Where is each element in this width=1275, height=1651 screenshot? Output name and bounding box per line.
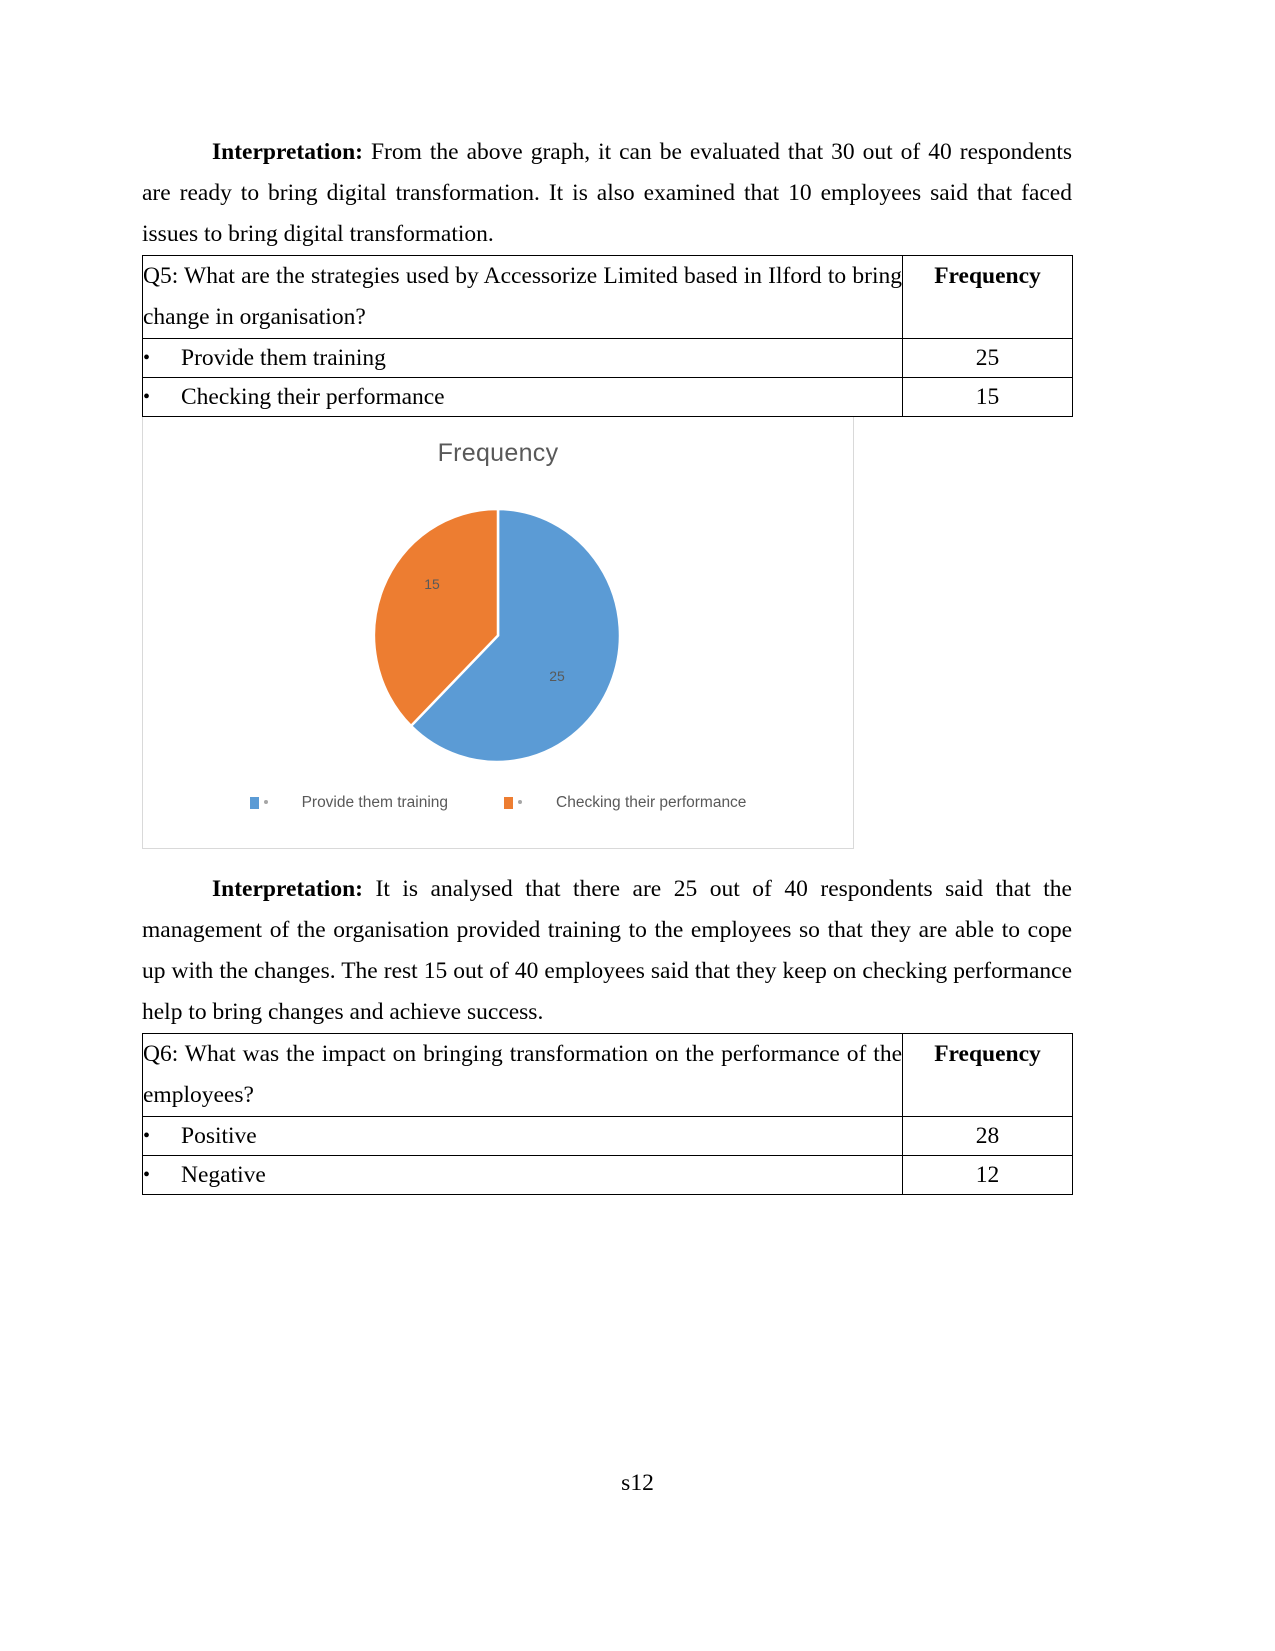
table-row: Q6: What was the impact on bringing tran… — [142, 1033, 1073, 1117]
table-row: • Negative 12 — [142, 1155, 1073, 1195]
q5-option-label-1: Provide them training — [181, 345, 386, 371]
bullet-icon: • — [143, 386, 151, 408]
bullet-icon: • — [143, 1164, 151, 1186]
interpretation-label-1: Interpretation: — [212, 139, 363, 165]
bullet-icon: • — [143, 1125, 151, 1147]
q5-question-cell: Q5: What are the strategies used by Acce… — [142, 255, 903, 339]
q6-option-value-2: 12 — [902, 1155, 1073, 1195]
q5-option-cell-1: • Provide them training — [142, 338, 903, 378]
legend-label-1: Checking their performance — [556, 794, 747, 811]
legend-color-swatch-icon — [249, 797, 259, 809]
q5-option-label-2: Checking their performance — [181, 384, 445, 410]
bullet-icon: • — [143, 347, 151, 369]
legend-item-provide-them-training[interactable]: Provide them training — [249, 794, 449, 812]
legend-item-checking-their-performance[interactable]: Checking their performance — [504, 794, 746, 812]
q5-option-value-2: 15 — [902, 377, 1073, 417]
q6-option-cell-2: • Negative — [142, 1155, 903, 1195]
q5-option-cell-2: • Checking their performance — [142, 377, 903, 417]
table-q6: Q6: What was the impact on bringing tran… — [142, 1033, 1073, 1195]
page-content: Interpretation: From the above graph, it… — [142, 132, 1073, 1195]
table-q5: Q5: What are the strategies used by Acce… — [142, 255, 1073, 417]
pie-data-label-1: 15 — [424, 576, 440, 592]
q5-frequency-header: Frequency — [902, 255, 1073, 339]
chart-legend: Provide them training Checking their per… — [143, 794, 853, 812]
interpretation-label-2: Interpretation: — [212, 876, 363, 902]
legend-separator-dot-icon — [518, 800, 523, 804]
q6-option-label-2: Negative — [181, 1162, 266, 1188]
q6-frequency-header: Frequency — [902, 1033, 1073, 1117]
q6-option-value-1: 28 — [902, 1116, 1073, 1156]
interpretation-paragraph-2: Interpretation: It is analysed that ther… — [142, 869, 1072, 1033]
document-page: Interpretation: From the above graph, it… — [0, 0, 1275, 1651]
legend-separator-dot-icon — [263, 800, 268, 804]
interpretation-paragraph-1: Interpretation: From the above graph, it… — [142, 132, 1072, 255]
q6-option-label-1: Positive — [181, 1123, 257, 1149]
q5-option-value-1: 25 — [902, 338, 1073, 378]
q6-option-cell-1: • Positive — [142, 1116, 903, 1156]
legend-label-0: Provide them training — [301, 794, 449, 811]
pie-chart-plot-area: 25 15 — [375, 509, 621, 762]
table-row: • Provide them training 25 — [142, 338, 1073, 378]
table-row: Q5: What are the strategies used by Acce… — [142, 255, 1073, 339]
page-number: s12 — [621, 1470, 654, 1496]
legend-color-swatch-icon — [504, 797, 514, 809]
table-row: • Checking their performance 15 — [142, 377, 1073, 417]
chart-title: Frequency — [437, 439, 559, 467]
page-footer: s12 — [0, 1470, 1275, 1497]
pie-chart-svg: 25 15 — [375, 509, 621, 762]
q6-question-cell: Q6: What was the impact on bringing tran… — [142, 1033, 903, 1117]
table-row: • Positive 28 — [142, 1116, 1073, 1156]
pie-chart-frequency: Frequency 25 15 Provide them training Ch… — [142, 417, 854, 849]
pie-data-label-0: 25 — [549, 668, 565, 684]
